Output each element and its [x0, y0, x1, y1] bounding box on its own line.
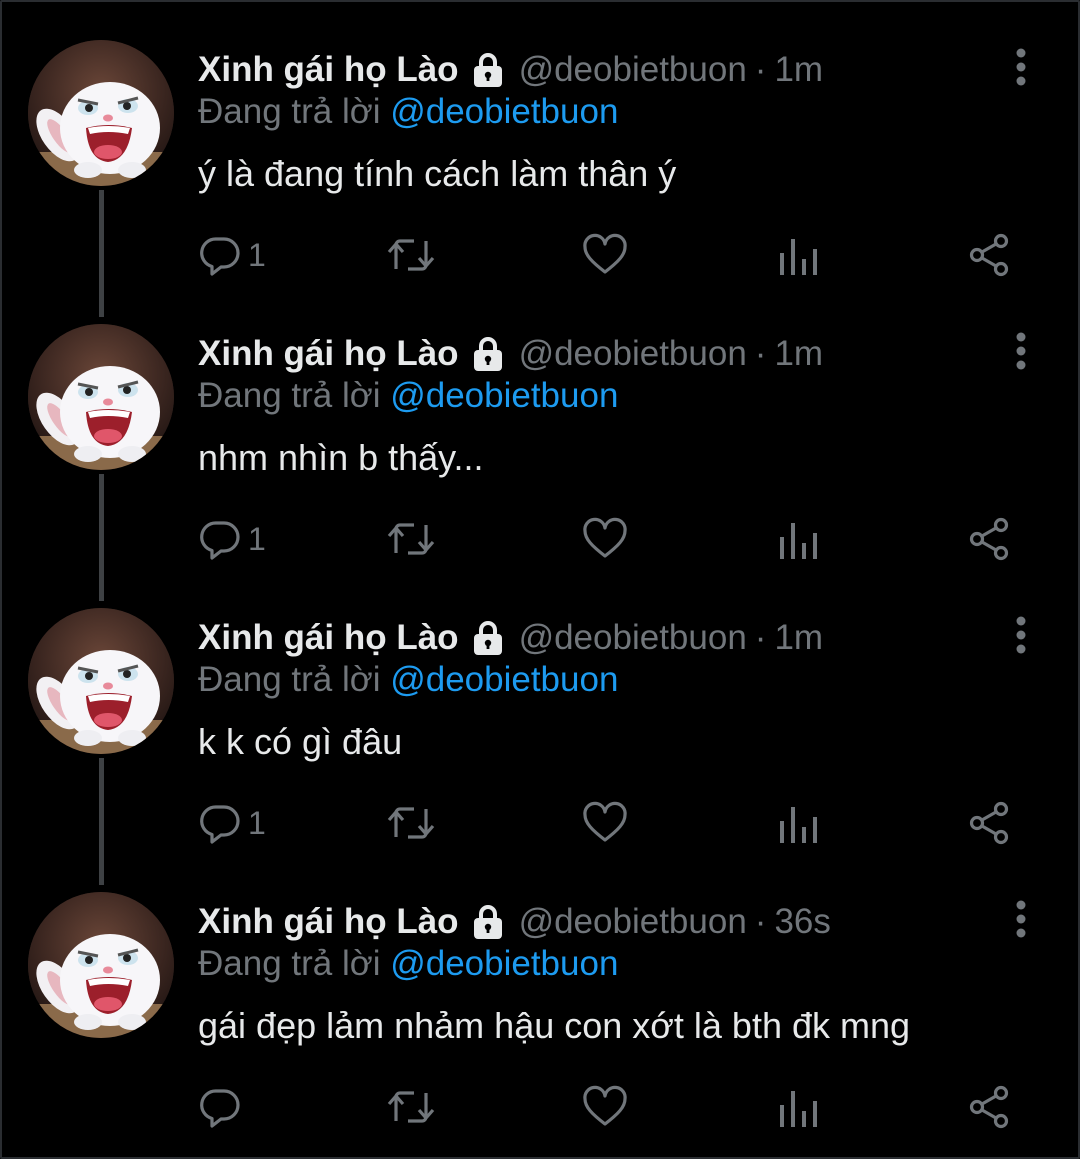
share-button[interactable]: [968, 798, 1012, 848]
tweet[interactable]: Xinh gái họ Lào @deobietbuon · 1m Đang t…: [0, 284, 1080, 568]
analytics-icon: [778, 517, 818, 561]
replying-to: Đang trả lời @deobietbuon: [198, 376, 618, 416]
like-button[interactable]: [582, 514, 628, 564]
reply-icon: [198, 801, 242, 845]
separator-dot: ·: [754, 902, 767, 941]
replying-to: Đang trả lời @deobietbuon: [198, 92, 618, 132]
like-button[interactable]: [582, 798, 628, 848]
replying-prefix: Đang trả lời: [198, 376, 381, 415]
lock-icon: [469, 619, 507, 657]
tweet-text: nhm nhìn b thấy...: [198, 437, 484, 478]
tweet-text: gái đẹp lảm nhảm hậu con xớt là bth đk m…: [198, 1005, 911, 1046]
reply-button[interactable]: 1: [198, 230, 266, 280]
views-button[interactable]: [778, 798, 818, 848]
more-options-icon[interactable]: [1006, 898, 1036, 942]
retweet-button[interactable]: [386, 1082, 436, 1132]
share-icon: [968, 517, 1012, 561]
replying-to: Đang trả lời @deobietbuon: [198, 944, 618, 984]
author-name[interactable]: Xinh gái họ Lào: [198, 902, 459, 942]
tweet-header: Xinh gái họ Lào @deobietbuon · 1m: [198, 330, 823, 378]
tweet-header: Xinh gái họ Lào @deobietbuon · 36s: [198, 898, 831, 946]
reply-count: 1: [248, 520, 266, 557]
retweet-icon: [386, 517, 436, 561]
reply-icon: [198, 517, 242, 561]
author-name[interactable]: Xinh gái họ Lào: [198, 334, 459, 374]
reply-count: 1: [248, 804, 266, 841]
heart-icon: [582, 517, 628, 561]
author-handle[interactable]: @deobietbuon: [519, 50, 747, 90]
tweet-header: Xinh gái họ Lào @deobietbuon · 1m: [198, 46, 823, 94]
timestamp[interactable]: 1m: [774, 334, 823, 374]
retweet-icon: [386, 1085, 436, 1129]
share-button[interactable]: [968, 230, 1012, 280]
more-options-icon[interactable]: [1006, 330, 1036, 374]
share-icon: [968, 1085, 1012, 1129]
tweet-actions: 1: [198, 514, 1018, 564]
author-handle[interactable]: @deobietbuon: [519, 618, 747, 658]
lock-icon: [469, 335, 507, 373]
mention-link[interactable]: @deobietbuon: [390, 944, 618, 983]
reply-count: 1: [248, 236, 266, 273]
analytics-icon: [778, 801, 818, 845]
tweet[interactable]: Xinh gái họ Lào @deobietbuon · 1m Đang t…: [0, 568, 1080, 852]
reply-button[interactable]: 1: [198, 798, 266, 848]
lock-icon: [469, 51, 507, 89]
tweet-text: ý là đang tính cách làm thân ý: [198, 153, 677, 194]
heart-icon: [582, 233, 628, 277]
tweet-text: k k có gì đâu: [198, 721, 403, 762]
retweet-button[interactable]: [386, 514, 436, 564]
heart-icon: [582, 1085, 628, 1129]
retweet-button[interactable]: [386, 798, 436, 848]
tweet[interactable]: Xinh gái họ Lào @deobietbuon · 1m Đang t…: [0, 0, 1080, 284]
more-options-icon[interactable]: [1006, 614, 1036, 658]
author-handle[interactable]: @deobietbuon: [519, 902, 747, 942]
mention-link[interactable]: @deobietbuon: [390, 660, 618, 699]
replying-prefix: Đang trả lời: [198, 944, 381, 983]
replying-to: Đang trả lời @deobietbuon: [198, 660, 618, 700]
separator-dot: ·: [754, 618, 767, 657]
author-handle[interactable]: @deobietbuon: [519, 334, 747, 374]
reply-icon: [198, 1085, 242, 1129]
timestamp[interactable]: 36s: [774, 902, 830, 942]
reply-button[interactable]: 1: [198, 514, 266, 564]
like-button[interactable]: [582, 230, 628, 280]
more-options-icon[interactable]: [1006, 46, 1036, 90]
analytics-icon: [778, 1085, 818, 1129]
tweet-actions: 1: [198, 798, 1018, 848]
timestamp[interactable]: 1m: [774, 618, 823, 658]
tweet-actions: 1: [198, 230, 1018, 280]
separator-dot: ·: [754, 334, 767, 373]
views-button[interactable]: [778, 230, 818, 280]
share-icon: [968, 233, 1012, 277]
lock-icon: [469, 903, 507, 941]
analytics-icon: [778, 233, 818, 277]
replying-prefix: Đang trả lời: [198, 660, 381, 699]
share-button[interactable]: [968, 514, 1012, 564]
timestamp[interactable]: 1m: [774, 50, 823, 90]
avatar[interactable]: [28, 608, 174, 754]
retweet-icon: [386, 801, 436, 845]
avatar[interactable]: [28, 40, 174, 186]
tweet-header: Xinh gái họ Lào @deobietbuon · 1m: [198, 614, 823, 662]
author-name[interactable]: Xinh gái họ Lào: [198, 618, 459, 658]
views-button[interactable]: [778, 1082, 818, 1132]
mention-link[interactable]: @deobietbuon: [390, 376, 618, 415]
retweet-button[interactable]: [386, 230, 436, 280]
reply-button[interactable]: [198, 1082, 242, 1132]
like-button[interactable]: [582, 1082, 628, 1132]
views-button[interactable]: [778, 514, 818, 564]
share-icon: [968, 801, 1012, 845]
avatar[interactable]: [28, 892, 174, 1038]
tweet[interactable]: Xinh gái họ Lào @deobietbuon · 36s Đang: [0, 852, 1080, 1136]
author-name[interactable]: Xinh gái họ Lào: [198, 50, 459, 90]
tweet-actions: [198, 1082, 1018, 1132]
retweet-icon: [386, 233, 436, 277]
reply-icon: [198, 233, 242, 277]
avatar[interactable]: [28, 324, 174, 470]
mention-link[interactable]: @deobietbuon: [390, 92, 618, 131]
separator-dot: ·: [754, 50, 767, 89]
replying-prefix: Đang trả lời: [198, 92, 381, 131]
heart-icon: [582, 801, 628, 845]
share-button[interactable]: [968, 1082, 1012, 1132]
